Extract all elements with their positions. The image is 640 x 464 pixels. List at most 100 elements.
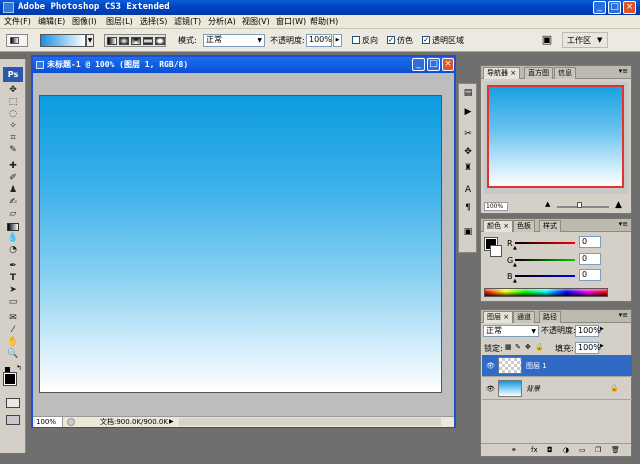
zoom-in-icon[interactable]: ▲ xyxy=(615,200,622,210)
angle-gradient-icon[interactable] xyxy=(131,37,141,45)
toolbox-grip[interactable] xyxy=(0,53,26,59)
new-layer-icon[interactable]: ❐ xyxy=(595,446,601,454)
lock-position-icon[interactable]: ✥ xyxy=(525,343,531,351)
tab-color[interactable]: 颜色 × xyxy=(483,220,514,232)
reverse-checkbox[interactable] xyxy=(352,36,360,44)
quick-mask-icon[interactable] xyxy=(6,398,20,408)
healing-brush-icon[interactable]: ✚ xyxy=(6,161,20,172)
clone-stamp-icon[interactable]: ♟ xyxy=(6,185,20,196)
color-ramp[interactable] xyxy=(484,288,608,297)
panel-menu-icon[interactable]: ▾≡ xyxy=(619,67,628,75)
tool-preset-picker[interactable] xyxy=(6,34,28,47)
menu-file[interactable]: 文件(F) xyxy=(4,16,31,28)
r-slider[interactable] xyxy=(515,242,575,244)
brush-tool-icon[interactable]: ✐ xyxy=(6,173,20,184)
lock-all-icon[interactable]: 🔒 xyxy=(535,343,544,351)
diamond-gradient-icon[interactable] xyxy=(155,37,165,45)
marquee-tool-icon[interactable]: ⬚ xyxy=(6,97,20,108)
dodge-tool-icon[interactable]: ◔ xyxy=(6,245,20,256)
layer-group-icon[interactable]: ▭ xyxy=(579,446,586,454)
navigator-zoom-field[interactable]: 100% xyxy=(484,202,508,211)
opacity-arrow-icon[interactable]: ▶ xyxy=(333,34,342,47)
navigator-preview[interactable] xyxy=(487,85,624,188)
layer-mask-icon[interactable]: ◘ xyxy=(547,446,553,454)
r-slider-thumb[interactable]: ▲ xyxy=(513,245,517,251)
lock-transparency-icon[interactable]: ▦ xyxy=(505,343,512,351)
delete-layer-icon[interactable]: 🗑 xyxy=(611,446,620,454)
doc-minimize-icon[interactable]: _ xyxy=(412,58,425,71)
move-tool-icon[interactable]: ✥ xyxy=(6,85,20,96)
gradient-tool-icon[interactable] xyxy=(7,223,19,231)
visibility-eye-icon[interactable]: 👁 xyxy=(486,362,495,370)
swap-colors-icon[interactable]: ↰ xyxy=(16,364,22,372)
menu-image[interactable]: 图像(I) xyxy=(72,16,97,28)
screen-mode-icon[interactable] xyxy=(6,415,20,425)
file-browser-icon[interactable]: ▣ xyxy=(538,32,556,48)
fill-arrow-icon[interactable]: ▶ xyxy=(600,343,604,349)
actions-panel-icon[interactable]: ▶ xyxy=(462,106,474,118)
tab-paths[interactable]: 路径 xyxy=(539,311,561,323)
color-bg-swatch[interactable] xyxy=(490,245,502,257)
horizontal-scrollbar[interactable] xyxy=(179,418,441,426)
zoom-slider-thumb[interactable] xyxy=(577,202,582,208)
menu-analysis[interactable]: 分析(A) xyxy=(208,16,236,28)
paragraph-panel-icon[interactable]: ¶ xyxy=(462,202,474,214)
tab-swatches[interactable]: 色板 xyxy=(513,220,535,232)
lock-pixels-icon[interactable]: ✎ xyxy=(515,343,521,351)
panel-menu-icon[interactable]: ▾≡ xyxy=(619,220,628,228)
zoom-tool-icon[interactable]: 🔍 xyxy=(6,349,20,360)
layer-name[interactable]: 背景 xyxy=(526,384,540,394)
document-canvas[interactable] xyxy=(39,95,442,393)
crop-tool-icon[interactable]: ⌗ xyxy=(6,133,20,144)
b-slider[interactable] xyxy=(515,275,575,277)
layer-name[interactable]: 图层 1 xyxy=(526,361,547,371)
lasso-tool-icon[interactable]: ◌ xyxy=(6,109,20,120)
close-icon[interactable]: × xyxy=(623,1,636,14)
history-panel-icon[interactable]: ▤ xyxy=(462,87,474,99)
status-icon[interactable] xyxy=(67,418,75,426)
visibility-eye-icon[interactable]: 👁 xyxy=(486,385,495,393)
r-input[interactable]: 0 xyxy=(579,236,601,248)
menu-filter[interactable]: 滤镜(T) xyxy=(174,16,201,28)
status-arrow-icon[interactable]: ▶ xyxy=(169,417,174,427)
menu-select[interactable]: 选择(S) xyxy=(140,16,167,28)
layer-row[interactable]: 👁 图层 1 xyxy=(482,355,632,377)
path-selection-icon[interactable]: ➤ xyxy=(6,285,20,296)
chevron-down-icon[interactable]: ▼ xyxy=(86,34,94,47)
document-title-bar[interactable]: 未标题-1 @ 100% (图层 1, RGB/8) xyxy=(33,57,454,73)
opacity-arrow-icon[interactable]: ▶ xyxy=(600,326,604,332)
b-slider-thumb[interactable]: ▲ xyxy=(513,278,517,284)
menu-layer[interactable]: 图层(L) xyxy=(106,16,133,28)
dither-checkbox[interactable]: ✓ xyxy=(387,36,395,44)
pen-tool-icon[interactable]: ✒ xyxy=(6,261,20,272)
transparency-checkbox[interactable]: ✓ xyxy=(422,36,430,44)
panel-menu-icon[interactable]: ▾≡ xyxy=(619,311,628,319)
zoom-slider[interactable] xyxy=(557,206,609,208)
menu-view[interactable]: 视图(V) xyxy=(242,16,270,28)
zoom-out-icon[interactable]: ▲ xyxy=(545,200,550,208)
blend-mode-select[interactable]: 正常 ▼ xyxy=(483,325,539,337)
doc-close-icon[interactable]: × xyxy=(442,58,454,71)
blur-tool-icon[interactable]: 💧 xyxy=(6,233,20,244)
default-colors-icon[interactable] xyxy=(5,367,10,372)
type-tool-icon[interactable]: T xyxy=(6,273,20,284)
workspace-button[interactable]: 工作区 ▼ xyxy=(562,32,608,48)
shape-tool-icon[interactable]: ▭ xyxy=(6,297,20,308)
menu-edit[interactable]: 编辑(E) xyxy=(38,16,65,28)
notes-tool-icon[interactable]: ✉ xyxy=(6,313,20,324)
layer-comps-icon[interactable]: ▣ xyxy=(462,226,474,238)
doc-maximize-icon[interactable]: □ xyxy=(427,58,440,71)
menu-help[interactable]: 帮助(H) xyxy=(310,16,338,28)
g-slider-thumb[interactable]: ▲ xyxy=(513,262,517,268)
clone-source-icon[interactable]: ♜ xyxy=(462,162,474,174)
foreground-color-swatch[interactable] xyxy=(3,372,17,386)
history-brush-icon[interactable]: ✍ xyxy=(6,197,20,208)
eraser-tool-icon[interactable]: ▱ xyxy=(6,209,20,220)
tab-channels[interactable]: 通道 xyxy=(513,311,535,323)
slice-tool-icon[interactable]: ✎ xyxy=(6,145,20,156)
app-title-bar[interactable]: Adobe Photoshop CS3 Extended xyxy=(0,0,640,15)
fill-input[interactable]: 100% xyxy=(575,342,601,354)
minimize-icon[interactable]: _ xyxy=(593,1,606,14)
layer-opacity-input[interactable]: 100% xyxy=(575,325,601,337)
g-slider[interactable] xyxy=(515,259,575,261)
